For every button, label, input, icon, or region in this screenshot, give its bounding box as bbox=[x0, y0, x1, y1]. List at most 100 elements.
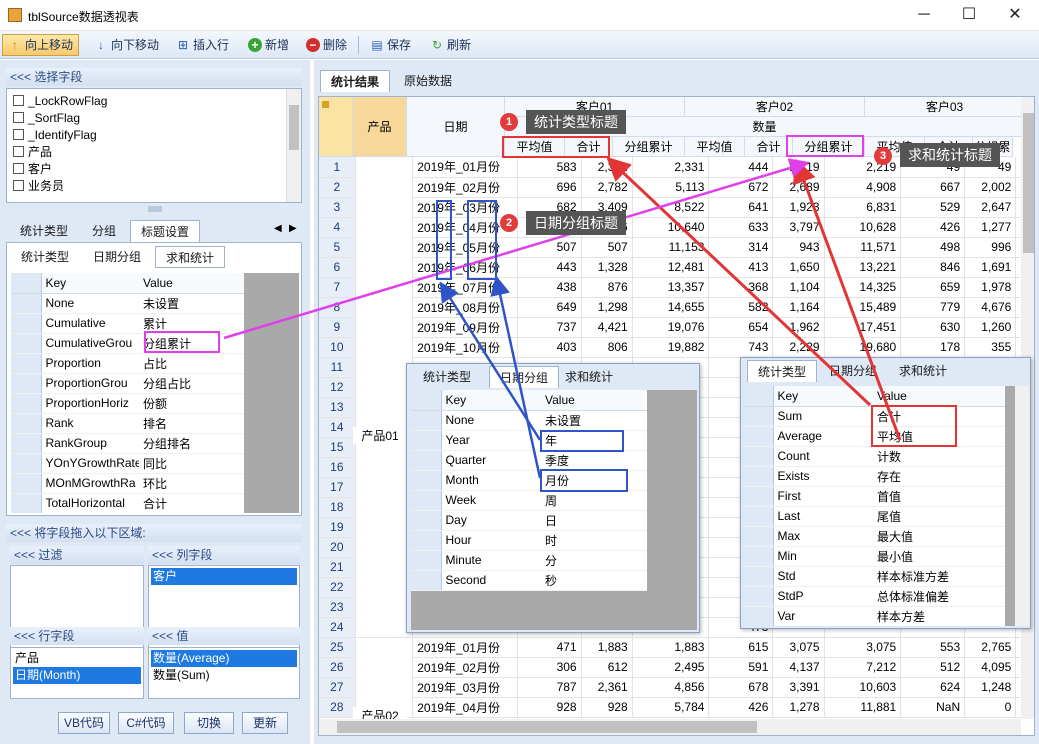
property-value[interactable]: 尾值 bbox=[873, 506, 1005, 527]
field-item[interactable]: 客户 bbox=[11, 161, 301, 178]
field-item[interactable]: 业务员 bbox=[11, 178, 301, 195]
property-value[interactable]: 未设置 bbox=[541, 410, 647, 431]
property-value[interactable]: 总体标准偏差 bbox=[873, 586, 1005, 607]
row-field-item[interactable]: 产品 bbox=[13, 650, 141, 667]
csharp-code-button[interactable]: C#代码 bbox=[118, 712, 174, 734]
subtab-stat-type[interactable]: 统计类型 bbox=[11, 246, 79, 268]
property-row[interactable]: Min 最小值 bbox=[743, 546, 1005, 567]
property-value[interactable]: 合计 bbox=[139, 493, 244, 513]
popup-tab-date-group[interactable]: 日期分组 bbox=[489, 366, 560, 388]
refresh-button[interactable]: ↻ 刷新 bbox=[424, 34, 477, 56]
subtab-date-group[interactable]: 日期分组 bbox=[83, 246, 151, 268]
tab-results[interactable]: 统计结果 bbox=[320, 70, 391, 92]
table-row[interactable]: 25 2019年_01月份 471 1,883 1,883 615 3,075 3,075 55… bbox=[319, 637, 1023, 658]
switch-button[interactable]: 切换 bbox=[184, 712, 234, 734]
checkbox[interactable] bbox=[13, 112, 24, 123]
property-value[interactable]: 未设置 bbox=[139, 293, 244, 314]
popup-tab-date-group[interactable]: 日期分组 bbox=[819, 360, 887, 382]
vb-code-button[interactable]: VB代码 bbox=[58, 712, 110, 734]
popup-scrollbar[interactable] bbox=[1015, 386, 1029, 626]
add-button[interactable]: + 新增 bbox=[242, 34, 295, 56]
field-item[interactable]: _LockRowFlag bbox=[11, 93, 301, 110]
row-field-area[interactable]: 产品 日期(Month) bbox=[10, 647, 144, 699]
table-row[interactable]: 10 2019年_10月份 403 806 19,882 743 2,229 19,680 17… bbox=[319, 337, 1023, 358]
property-value[interactable]: 日 bbox=[541, 510, 647, 531]
insert-row-button[interactable]: ⊞ 插入行 bbox=[170, 34, 235, 56]
property-value[interactable]: 占比 bbox=[139, 353, 244, 374]
splitter-grip[interactable] bbox=[148, 206, 162, 212]
checkbox[interactable] bbox=[13, 129, 24, 140]
move-up-button[interactable]: ↑ 向上移动 bbox=[2, 34, 80, 56]
property-row[interactable]: Quarter 季度 bbox=[411, 450, 647, 471]
property-value[interactable]: 周 bbox=[541, 490, 647, 511]
delete-button[interactable]: − 删除 bbox=[300, 34, 353, 56]
property-value[interactable]: 首值 bbox=[873, 486, 1005, 507]
checkbox[interactable] bbox=[13, 180, 24, 191]
subtab-sum-stat[interactable]: 求和统计 bbox=[155, 246, 226, 268]
value-field-item[interactable]: 数量(Average) bbox=[151, 650, 297, 667]
property-row[interactable]: Var 样本方差 bbox=[743, 606, 1005, 626]
popup-tab-stat-type[interactable]: 统计类型 bbox=[413, 366, 481, 388]
property-row[interactable]: Second 秒 bbox=[411, 570, 647, 591]
property-value[interactable]: 样本标准方差 bbox=[873, 566, 1005, 587]
property-value[interactable]: 最小值 bbox=[873, 546, 1005, 567]
tab-title-settings[interactable]: 标题设置 bbox=[130, 220, 201, 242]
property-row[interactable]: RankGroup 分组排名 bbox=[11, 433, 244, 454]
property-row[interactable]: StdP 总体标准偏差 bbox=[743, 586, 1005, 607]
property-row[interactable]: Week 周 bbox=[411, 490, 647, 511]
row-field-item[interactable]: 日期(Month) bbox=[13, 667, 141, 684]
table-row[interactable]: 6 2019年_06月份 443 1,328 12,481 413 1,650 13,221 8… bbox=[319, 257, 1023, 278]
property-value[interactable]: 样本方差 bbox=[873, 606, 1005, 626]
property-value[interactable]: 分组占比 bbox=[139, 373, 244, 394]
tab-next-icon[interactable]: ▶ bbox=[289, 223, 297, 234]
close-button[interactable]: ✕ bbox=[992, 0, 1038, 30]
tab-stat-type[interactable]: 统计类型 bbox=[10, 220, 78, 242]
value-field-area[interactable]: 数量(Average) 数量(Sum) bbox=[148, 647, 300, 699]
table-row[interactable]: 7 2019年_07月份 438 876 13,357 368 1,104 14,325 659… bbox=[319, 277, 1023, 298]
value-field-item[interactable]: 数量(Sum) bbox=[151, 667, 297, 684]
table-row[interactable]: 2 2019年_02月份 696 2,782 5,113 672 2,689 4,908 667… bbox=[319, 177, 1023, 198]
property-value[interactable]: 同比 bbox=[139, 453, 244, 474]
property-row[interactable]: Rank 排名 bbox=[11, 413, 244, 434]
property-row[interactable]: Last 尾值 bbox=[743, 506, 1005, 527]
property-row[interactable]: Day 日 bbox=[411, 510, 647, 531]
property-value[interactable]: 季度 bbox=[541, 450, 647, 471]
move-down-button[interactable]: ↓ 向下移动 bbox=[88, 34, 165, 56]
maximize-button[interactable]: ☐ bbox=[946, 0, 992, 30]
property-row[interactable]: MOnMGrowthRa 环比 bbox=[11, 473, 244, 494]
field-list-scrollbar[interactable] bbox=[286, 89, 301, 202]
property-row[interactable]: ProportionHoriz 份额 bbox=[11, 393, 244, 414]
popup-tab-sum-stat[interactable]: 求和统计 bbox=[889, 360, 957, 382]
table-row[interactable]: 8 2019年_08月份 649 1,298 14,655 582 1,164 15,489 7… bbox=[319, 297, 1023, 318]
property-value[interactable]: 时 bbox=[541, 530, 647, 551]
checkbox[interactable] bbox=[13, 163, 24, 174]
column-field-item[interactable]: 客户 bbox=[151, 568, 297, 585]
table-row[interactable]: 26 2019年_02月份 306 612 2,495 591 4,137 7,212 512 4… bbox=[319, 657, 1023, 678]
property-row[interactable]: None 未设置 bbox=[411, 410, 647, 431]
property-value[interactable]: 分组排名 bbox=[139, 433, 244, 454]
update-button[interactable]: 更新 bbox=[242, 712, 288, 734]
property-value[interactable]: 份额 bbox=[139, 393, 244, 414]
minimize-button[interactable]: ─ bbox=[901, 0, 947, 30]
property-value[interactable]: 排名 bbox=[139, 413, 244, 434]
field-item[interactable]: _IdentifyFlag bbox=[11, 127, 301, 144]
property-row[interactable]: Exists 存在 bbox=[743, 466, 1005, 487]
property-value[interactable]: 环比 bbox=[139, 473, 244, 494]
property-row[interactable]: Cumulative 累计 bbox=[11, 313, 244, 334]
property-row[interactable]: Std 样本标准方差 bbox=[743, 566, 1005, 587]
property-row[interactable]: Max 最大值 bbox=[743, 526, 1005, 547]
field-item[interactable]: _SortFlag bbox=[11, 110, 301, 127]
property-value[interactable]: 秒 bbox=[541, 570, 647, 591]
property-row[interactable]: Minute 分 bbox=[411, 550, 647, 571]
save-button[interactable]: ▤ 保存 bbox=[364, 34, 417, 56]
popup-tab-sum-stat[interactable]: 求和统计 bbox=[555, 366, 623, 388]
property-row[interactable]: Hour 时 bbox=[411, 530, 647, 551]
tab-raw-data[interactable]: 原始数据 bbox=[394, 70, 462, 92]
property-row[interactable]: Count 计数 bbox=[743, 446, 1005, 467]
checkbox[interactable] bbox=[13, 95, 24, 106]
property-value[interactable]: 最大值 bbox=[873, 526, 1005, 547]
table-row[interactable]: 27 2019年_03月份 787 2,361 4,856 678 3,391 10,603 6… bbox=[319, 677, 1023, 698]
tab-group[interactable]: 分组 bbox=[82, 220, 126, 242]
property-value[interactable]: 存在 bbox=[873, 466, 1005, 487]
property-row[interactable]: Proportion 占比 bbox=[11, 353, 244, 374]
